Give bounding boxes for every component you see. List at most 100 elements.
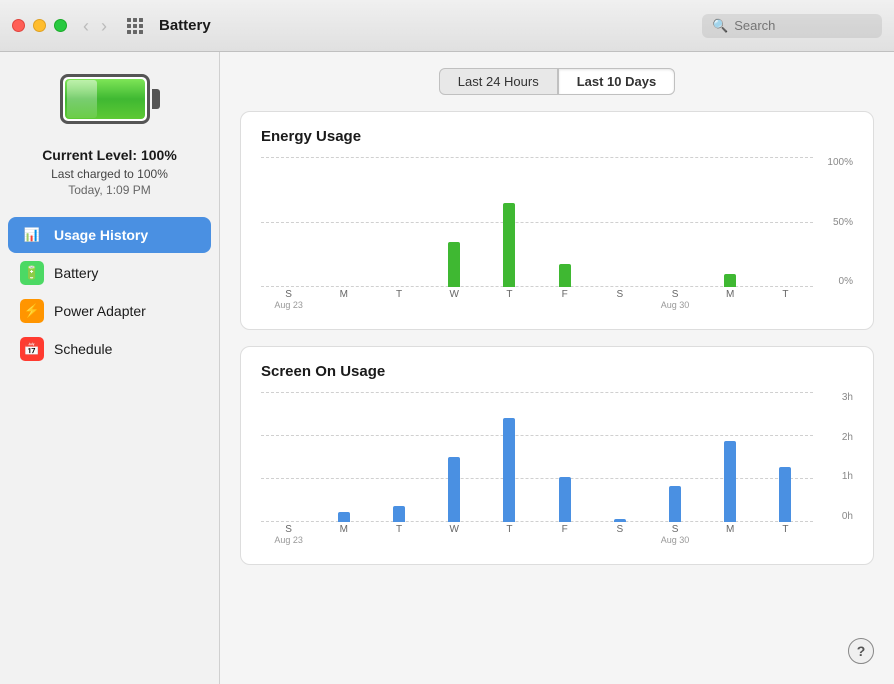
x-group: T [371,522,426,552]
usage-history-icon: 📊 [20,223,44,247]
screen-chart-area: 3h 2h 1h 0h SAug 23MTWTFSSAug 30MT [261,392,853,552]
x-group: T [371,287,426,317]
x-day-label: F [562,289,568,300]
x-group: M [703,522,758,552]
bar-group [592,392,647,522]
search-input[interactable] [734,18,874,33]
forward-button[interactable]: › [97,15,111,37]
screen-x-axis: SAug 23MTWTFSSAug 30MT [261,522,813,552]
schedule-icon: 📅 [20,337,44,361]
x-day-label: F [562,524,568,535]
sidebar-item-schedule[interactable]: 📅 Schedule [8,331,211,367]
y-label-0: 0% [839,276,853,287]
bar-group [316,392,371,522]
x-date-label: Aug 23 [274,300,303,310]
x-day-label: T [782,289,788,300]
energy-bar [724,274,736,287]
bar-group [758,157,813,287]
energy-bar [559,264,571,287]
window-title: Battery [159,17,702,34]
energy-bar [448,242,460,288]
x-day-label: S [672,524,679,535]
screen-chart-card: Screen On Usage 3h 2h 1h 0h SAug 23MTWTF… [240,346,874,565]
sidebar-item-power-adapter[interactable]: ⚡ Power Adapter [8,293,211,329]
battery-icon [60,72,160,127]
x-day-label: T [506,524,512,535]
screen-bar [393,506,405,522]
screen-bar [779,467,791,522]
y-label-50: 50% [833,217,853,228]
x-day-label: S [285,289,292,300]
help-button[interactable]: ? [848,638,874,664]
grid-icon[interactable] [127,18,143,34]
sidebar-item-battery[interactable]: 🔋 Battery [8,255,211,291]
x-group: W [427,287,482,317]
sidebar-label-usage-history: Usage History [54,227,148,243]
energy-chart-area: 100% 50% 0% SAug 23MTWTFSSAug 30MT [261,157,853,317]
nav-buttons: ‹ › [79,15,111,37]
power-adapter-icon: ⚡ [20,299,44,323]
bar-group [647,157,702,287]
screen-bar [669,486,681,522]
screen-bars [261,392,813,522]
bar-group [427,157,482,287]
y-label-100: 100% [827,157,853,168]
last-charged: Last charged to 100% [51,167,168,181]
y-label-2h: 2h [842,432,853,443]
bar-group [537,392,592,522]
x-group: SAug 23 [261,287,316,317]
x-date-label: Aug 30 [661,300,690,310]
bar-group [261,392,316,522]
back-button[interactable]: ‹ [79,15,93,37]
sidebar-label-schedule: Schedule [54,341,112,357]
x-group: SAug 30 [647,522,702,552]
sidebar-label-battery: Battery [54,265,98,281]
bar-group [758,392,813,522]
tab-bar: Last 24 Hours Last 10 Days [240,68,874,95]
close-button[interactable] [12,19,25,32]
search-icon: 🔍 [712,18,728,34]
bar-group [482,392,537,522]
energy-chart-card: Energy Usage 100% 50% 0% SAug 23MTWTFSSA… [240,111,874,330]
screen-bar [448,457,460,522]
main-content: Current Level: 100% Last charged to 100%… [0,52,894,684]
sidebar-nav: 📊 Usage History 🔋 Battery ⚡ Power Adapte… [0,217,219,369]
bar-group [703,157,758,287]
current-level: Current Level: 100% [42,147,177,163]
sidebar-item-usage-history[interactable]: 📊 Usage History [8,217,211,253]
x-group: M [316,522,371,552]
tab-last-10-days[interactable]: Last 10 Days [558,68,676,95]
bar-group [647,392,702,522]
y-label-1h: 1h [842,471,853,482]
sidebar-label-power-adapter: Power Adapter [54,303,146,319]
x-day-label: T [782,524,788,535]
bar-group [371,392,426,522]
title-bar: ‹ › Battery 🔍 [0,0,894,52]
charged-time: Today, 1:09 PM [68,183,151,197]
minimize-button[interactable] [33,19,46,32]
x-day-label: S [616,289,623,300]
energy-bars [261,157,813,287]
x-day-label: W [449,289,458,300]
x-group: F [537,287,592,317]
y-label-0h: 0h [842,511,853,522]
x-day-label: T [396,289,402,300]
right-panel: Last 24 Hours Last 10 Days Energy Usage … [220,52,894,684]
tab-last-24-hours[interactable]: Last 24 Hours [439,68,558,95]
x-date-label: Aug 30 [661,535,690,545]
energy-bar [503,203,515,288]
search-bar[interactable]: 🔍 [702,14,882,38]
x-day-label: M [726,289,734,300]
screen-bar [338,512,350,522]
x-date-label: Aug 23 [274,535,303,545]
bar-group [482,157,537,287]
screen-y-labels: 3h 2h 1h 0h [815,392,853,522]
bar-group [316,157,371,287]
maximize-button[interactable] [54,19,67,32]
x-group: F [537,522,592,552]
x-day-label: S [672,289,679,300]
x-group: S [592,287,647,317]
y-label-3h: 3h [842,392,853,403]
bar-group [592,157,647,287]
energy-y-labels: 100% 50% 0% [815,157,853,287]
